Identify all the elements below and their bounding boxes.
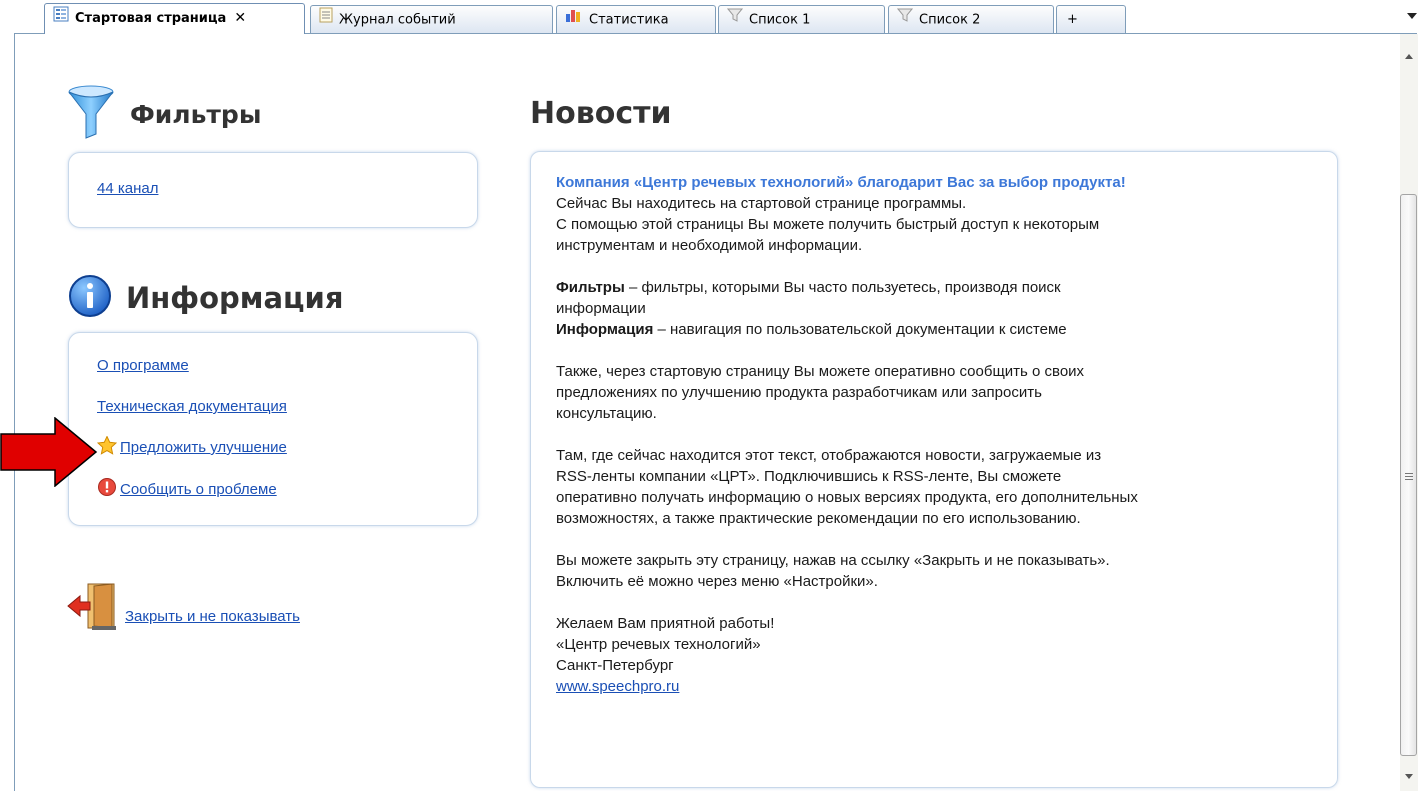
news-line: оперативно получать информацию о новых в… xyxy=(556,489,1138,506)
tech-docs-link[interactable]: Техническая документация xyxy=(97,398,287,415)
tab-label: Статистика xyxy=(589,12,669,28)
close-and-hide-link[interactable]: Закрыть и не показывать xyxy=(125,608,300,625)
tab-statistics[interactable]: Статистика xyxy=(556,5,716,33)
news-line: консультацию. xyxy=(556,405,657,422)
news-line: Сейчас Вы находитесь на стартовой страни… xyxy=(556,195,967,212)
scroll-thumb[interactable] xyxy=(1400,194,1417,756)
info-icon xyxy=(68,274,112,322)
funnel-icon xyxy=(66,84,116,144)
info-header: Информация xyxy=(68,274,343,322)
vertical-scrollbar[interactable] xyxy=(1400,34,1418,791)
filter-icon xyxy=(896,6,914,34)
warning-icon xyxy=(97,477,117,501)
red-arrow-icon xyxy=(0,416,98,491)
news-body: Компания «Центр речевых технологий» благ… xyxy=(556,172,1326,697)
news-line: Также, через стартовую страницу Вы может… xyxy=(556,363,1085,380)
tab-list-1[interactable]: Список 1 xyxy=(718,5,885,33)
add-tab-label: + xyxy=(1067,12,1078,27)
tab-start-page[interactable]: Стартовая страница ✕ xyxy=(44,3,305,34)
scroll-down-icon[interactable] xyxy=(1405,774,1413,779)
news-line: Желаем Вам приятной работы! xyxy=(556,615,775,632)
tab-label: Список 1 xyxy=(749,12,811,28)
info-desc-text: – навигация по пользовательской документ… xyxy=(653,321,1067,338)
suggest-improvement-link[interactable]: Предложить улучшение xyxy=(120,439,287,456)
tab-label: Журнал событий xyxy=(339,12,456,28)
star-icon xyxy=(96,435,118,459)
news-line: «Центр речевых технологий» xyxy=(556,636,761,653)
news-line: возможностях, а также практические реком… xyxy=(556,510,1081,527)
info-title: Информация xyxy=(126,281,344,315)
filters-header: Фильтры xyxy=(66,84,261,144)
suggest-improvement-item[interactable]: Предложить улучшение xyxy=(96,435,287,459)
report-problem-link[interactable]: Сообщить о проблеме xyxy=(120,481,277,498)
news-line: информации xyxy=(556,300,646,317)
event-log-icon xyxy=(319,6,333,34)
news-title: Новости xyxy=(530,96,672,131)
bar-chart-icon xyxy=(565,6,583,34)
news-line: С помощью этой страницы Вы можете получи… xyxy=(556,216,1100,233)
filter-icon xyxy=(726,6,744,34)
news-line: Вы можете закрыть эту страницу, нажав на… xyxy=(556,552,1110,569)
close-start-page-item[interactable]: Закрыть и не показывать xyxy=(66,582,300,636)
tab-list-2[interactable]: Список 2 xyxy=(888,5,1054,33)
news-info-desc: Информация – навигация по пользовательск… xyxy=(556,319,1326,340)
website-link[interactable]: www.speechpro.ru xyxy=(556,678,679,695)
filter-link-44-channel[interactable]: 44 канал xyxy=(97,180,158,197)
news-line: инструментам и необходимой информации. xyxy=(556,237,863,254)
tab-event-log[interactable]: Журнал событий xyxy=(310,5,553,33)
tab-label: Список 2 xyxy=(919,12,981,28)
filters-title: Фильтры xyxy=(130,99,262,129)
tab-list-dropdown-icon[interactable] xyxy=(1407,13,1417,19)
close-tab-icon[interactable]: ✕ xyxy=(234,10,246,26)
tab-label: Стартовая страница xyxy=(75,11,227,26)
tab-bar: Стартовая страница ✕ Журнал событий Стати… xyxy=(0,0,1425,34)
grip-icon xyxy=(1405,473,1413,482)
news-headline: Компания «Центр речевых технологий» благ… xyxy=(556,174,1126,191)
filters-desc-text: – фильтры, которыми Вы часто пользуетесь… xyxy=(624,279,1061,296)
report-problem-item[interactable]: Сообщить о проблеме xyxy=(97,477,277,501)
tab-add[interactable]: + xyxy=(1056,5,1126,33)
news-filters-desc: Фильтры – фильтры, которыми Вы часто пол… xyxy=(556,277,1326,298)
news-line: Санкт-Петербург xyxy=(556,657,674,674)
news-line: Включить её можно через меню «Настройки»… xyxy=(556,573,878,590)
news-line: RSS-ленты компании «ЦРТ». Подключившись … xyxy=(556,468,1062,485)
info-term: Информация xyxy=(556,321,654,338)
start-page-icon xyxy=(53,5,69,33)
news-line: Там, где сейчас находится этот текст, от… xyxy=(556,447,1102,464)
exit-door-icon xyxy=(66,582,120,636)
news-line: предложениях по улучшению продукта разра… xyxy=(556,384,1042,401)
scroll-up-icon[interactable] xyxy=(1405,54,1413,59)
filters-term: Фильтры xyxy=(556,279,625,296)
about-link[interactable]: О программе xyxy=(97,357,189,374)
